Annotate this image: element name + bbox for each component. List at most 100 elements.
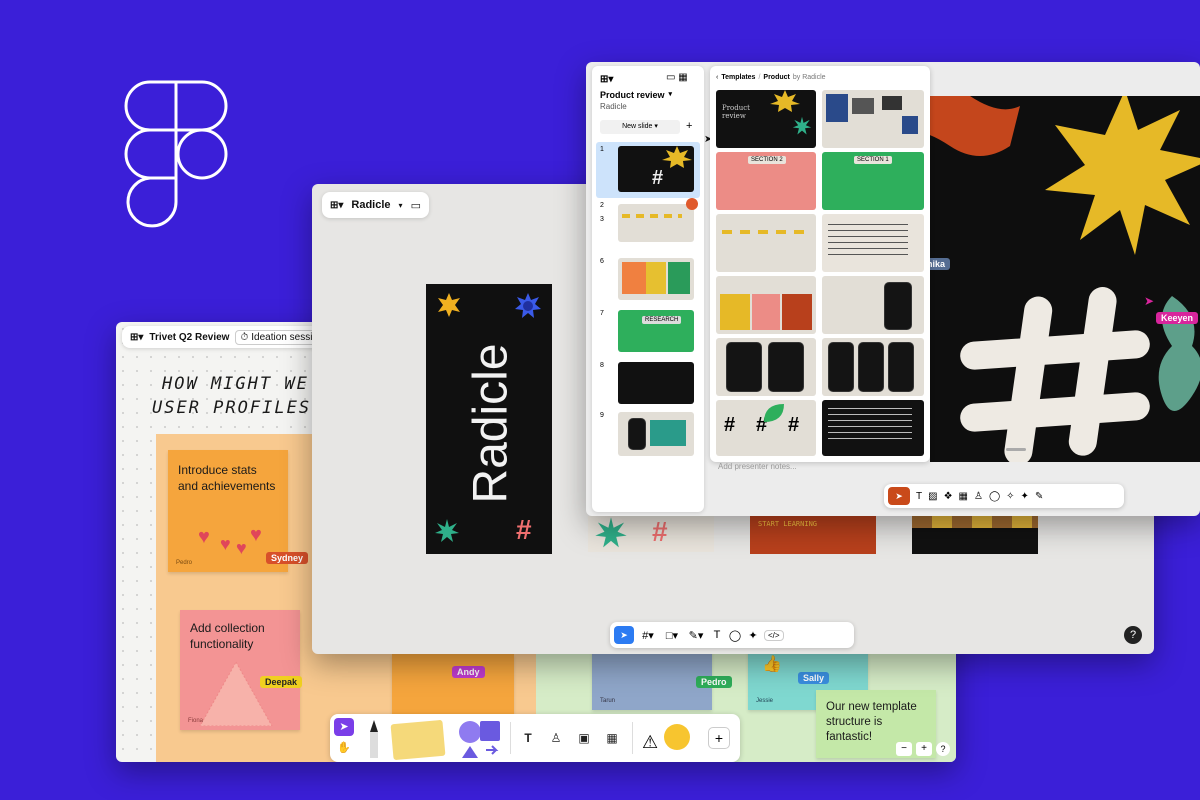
chevron-down-icon[interactable]: ▾: [399, 201, 403, 210]
plugin-tool-icon[interactable]: ✧: [1006, 491, 1014, 502]
frame-tool-icon[interactable]: #▾: [638, 629, 658, 642]
new-slide-button[interactable]: New slide ▾: [600, 120, 680, 134]
template-card[interactable]: SECTION 1: [822, 152, 924, 210]
template-card[interactable]: [716, 276, 816, 334]
marker-tool-icon[interactable]: [366, 718, 382, 760]
template-card[interactable]: [822, 90, 924, 148]
figma-menu-icon[interactable]: ⊞▾: [600, 74, 613, 85]
heart-sticker: ♥: [220, 534, 231, 554]
breadcrumb-templates[interactable]: Templates: [721, 74, 755, 81]
sticky-note[interactable]: Add collection functionality Fiona: [180, 610, 300, 730]
leaf-sticker-icon: [764, 404, 784, 422]
slide-thumb[interactable]: #: [618, 146, 694, 192]
template-card[interactable]: [822, 338, 924, 396]
photo-collage: [902, 116, 918, 134]
slide-strip-item[interactable]: [912, 516, 1038, 554]
template-card[interactable]: # # #: [716, 400, 816, 456]
photo-collage: [882, 96, 902, 110]
components-tool-icon[interactable]: ❖: [944, 491, 953, 502]
presenter-notes-field[interactable]: Add presenter notes...: [718, 462, 797, 471]
text-tool-icon[interactable]: T: [710, 629, 724, 641]
pen-tool-icon[interactable]: ✎: [1035, 491, 1043, 502]
slide-thumb[interactable]: RESEARCH: [618, 310, 694, 352]
select-tool-icon[interactable]: ➤: [334, 718, 354, 736]
template-card[interactable]: [822, 400, 924, 456]
chevron-down-icon: ▾: [668, 91, 673, 98]
image-tool-icon[interactable]: ▨: [928, 491, 937, 502]
actions-tool-icon[interactable]: ✦: [1021, 491, 1029, 502]
table-tool-icon[interactable]: ▦: [959, 491, 968, 502]
hash-sticker-icon: #: [652, 167, 664, 189]
file-name[interactable]: Radicle: [351, 199, 390, 211]
file-title[interactable]: Product review ▾: [600, 90, 672, 100]
divider: [632, 722, 633, 754]
shapes-tool-icon[interactable]: [456, 718, 504, 760]
strip-color-band: [912, 516, 1038, 528]
star-sticker-icon: [792, 116, 812, 135]
stickers-tool-icon[interactable]: ⚠: [642, 722, 694, 756]
sticky-note[interactable]: Tarun: [592, 648, 712, 710]
table-tool-icon[interactable]: ▦: [602, 728, 622, 748]
spiky-sticker-icon: [438, 293, 460, 317]
template-card[interactable]: [822, 276, 924, 334]
more-tools-button[interactable]: +: [708, 727, 730, 749]
canvas-scrollbar[interactable]: [1006, 448, 1026, 451]
stamp-tool-icon[interactable]: ♙: [546, 728, 566, 748]
stamp-tool-icon[interactable]: ♙: [974, 491, 983, 502]
comment-tool-icon[interactable]: ◯: [989, 491, 1000, 502]
editor-header: ⊞▾ Radicle ▾ ▭: [322, 192, 429, 218]
template-card[interactable]: Product review: [716, 90, 816, 148]
slide-strip-item[interactable]: START LEARNING: [750, 516, 876, 554]
phone-mockup: [628, 418, 646, 450]
help-button[interactable]: ?: [1124, 626, 1142, 644]
template-card[interactable]: [716, 338, 816, 396]
file-title-text: Product review: [600, 90, 665, 100]
divider: [510, 722, 511, 754]
move-tool-icon[interactable]: ➤: [614, 626, 634, 644]
actions-tool-icon[interactable]: ✦: [746, 629, 760, 642]
section-tool-icon[interactable]: ▣: [574, 728, 594, 748]
template-card[interactable]: [716, 214, 816, 272]
comment-avatar[interactable]: [686, 198, 698, 210]
thumb-block: [650, 420, 686, 446]
hand-tool-icon[interactable]: ✋: [334, 739, 354, 757]
text-tool-icon[interactable]: T: [916, 491, 922, 502]
template-card[interactable]: SECTION 2: [716, 152, 816, 210]
figma-menu-icon[interactable]: ⊞▾: [330, 200, 343, 211]
figjam-toolbar: ➤ ✋ T ♙ ▣ ▦ ⚠ +: [330, 714, 740, 762]
sticky-stack-tool[interactable]: [390, 719, 446, 761]
template-section-label: SECTION 2: [748, 156, 786, 164]
figma-menu-icon[interactable]: ⊞▾: [130, 332, 143, 343]
panel-toggle-icon[interactable]: ▭: [411, 199, 421, 212]
slide-thumb[interactable]: [618, 258, 694, 300]
template-cover-title: Product review: [722, 104, 750, 120]
triangle-drawing: [199, 660, 273, 726]
slide-thumb[interactable]: [618, 204, 694, 242]
hash-sticker-icon: #: [516, 514, 532, 545]
help-button[interactable]: ?: [936, 742, 950, 756]
cursor-label: Sally: [798, 672, 830, 684]
emoji-sticker-icon: [664, 724, 690, 750]
photo-collage: [852, 98, 874, 114]
heading-line1: HOW MIGHT WE: [162, 374, 309, 394]
slide-thumb[interactable]: [618, 412, 694, 456]
slide-thumb[interactable]: [618, 362, 694, 404]
main-slide[interactable]: Radicle #: [426, 284, 552, 554]
comment-tool-icon[interactable]: ◯: [728, 629, 742, 642]
zoom-in-button[interactable]: +: [916, 742, 932, 756]
back-arrow-icon[interactable]: ‹: [716, 74, 718, 81]
thumbs-up-icon: 👍: [762, 656, 782, 673]
zoom-out-button[interactable]: −: [896, 742, 912, 756]
template-card[interactable]: [822, 214, 924, 272]
text-lines: [828, 408, 912, 444]
shape-tool-icon[interactable]: □▾: [662, 629, 682, 642]
text-tool-icon[interactable]: T: [518, 728, 538, 748]
slide-strip-item[interactable]: #: [588, 516, 714, 552]
pen-tool-icon[interactable]: ✎▾: [686, 629, 706, 642]
presentation-window: nika ➤ Keeyen ⊞▾ ▭ ▦ Product review ▾ Ra…: [586, 62, 1200, 516]
board-title[interactable]: Trivet Q2 Review: [149, 332, 229, 343]
move-tool-icon[interactable]: ➤: [888, 487, 910, 505]
code-icon[interactable]: </>: [764, 629, 784, 641]
add-slide-button[interactable]: +: [686, 120, 692, 132]
layout-toggle-icon[interactable]: ▭ ▦: [666, 72, 688, 83]
